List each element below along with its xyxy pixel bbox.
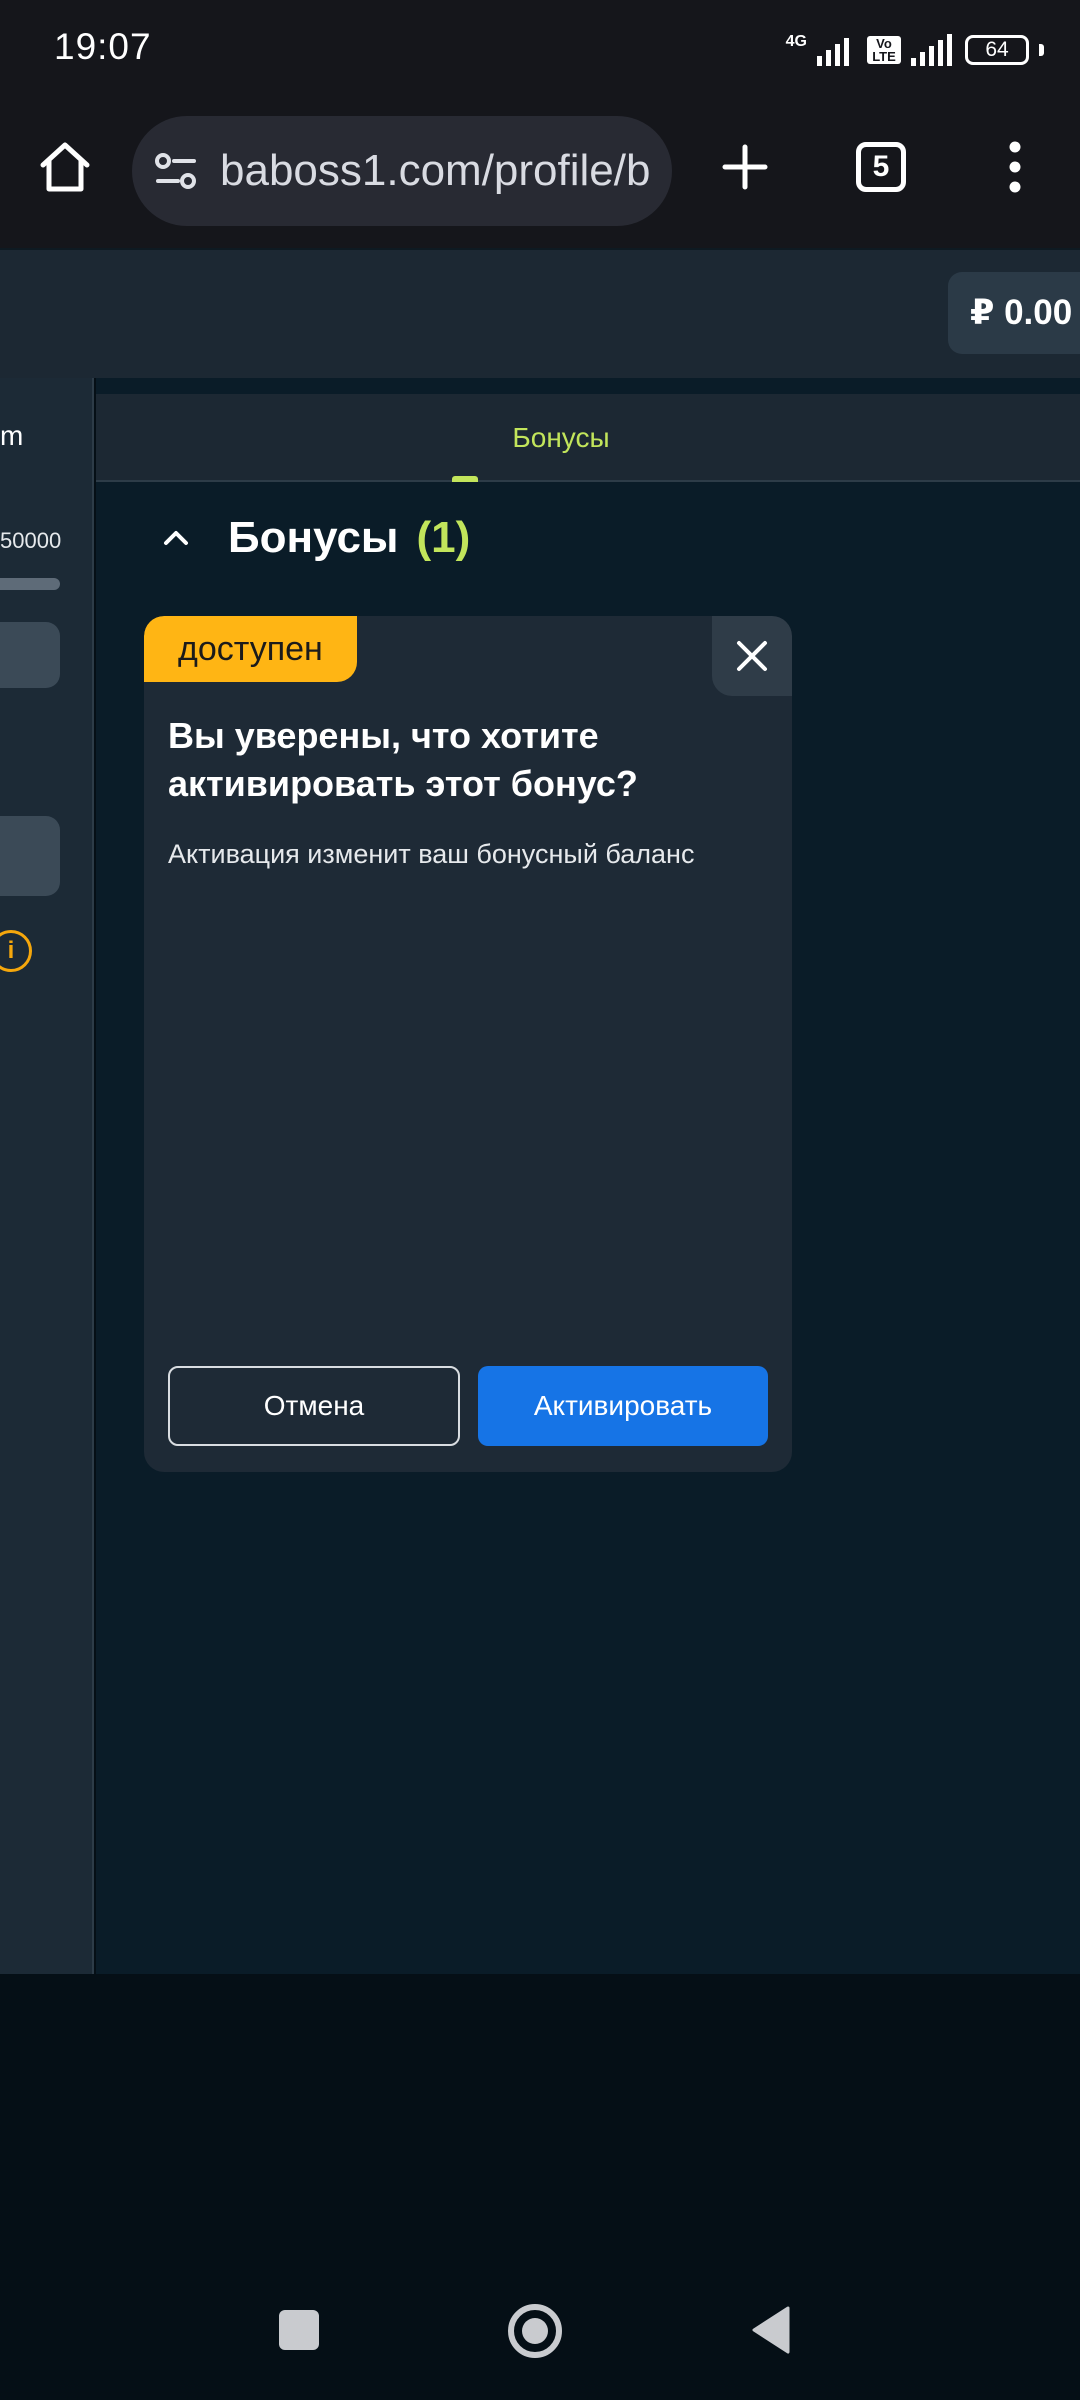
status-icons: 4G Vo LTE 64 (786, 30, 1044, 70)
battery-level: 64 (985, 38, 1009, 61)
sidebar-button-2[interactable] (0, 816, 60, 896)
section-count: (1) (416, 513, 471, 562)
home-nav-button[interactable] (508, 2304, 562, 2358)
site-header: ₽ 0.00 (0, 248, 1080, 378)
status-bar: 19:07 4G Vo LTE 64 (0, 0, 1080, 100)
back-button[interactable] (750, 2306, 790, 2359)
dialog-title: Вы уверены, что хотите активировать этот… (168, 715, 638, 804)
home-button[interactable] (30, 132, 100, 202)
status-time: 19:07 (54, 26, 152, 67)
plus-icon (722, 144, 768, 190)
status-badge: доступен (144, 616, 357, 682)
address-bar[interactable]: baboss1.com/profile/b (132, 116, 672, 226)
chevron-up-icon[interactable] (156, 518, 196, 558)
new-tab-button[interactable] (710, 132, 780, 202)
confirm-activation-dialog: доступен Вы уверены, что хотите активиро… (144, 616, 792, 1472)
more-vert-icon (1009, 141, 1021, 193)
home-nav-dot (522, 2318, 548, 2344)
signal-icon (817, 38, 849, 66)
tab-bonuses[interactable]: Бонусы (416, 394, 706, 482)
site-settings-icon[interactable] (154, 149, 198, 193)
sidebar-text-fragment: m (0, 420, 24, 451)
tab-strip: Бонусы (96, 394, 1080, 482)
info-icon[interactable]: i (0, 930, 32, 972)
tab-count: 5 (856, 142, 906, 192)
volte-badge: Vo LTE (867, 36, 901, 64)
tab-switcher-button[interactable]: 5 (846, 132, 916, 202)
battery-cap (1039, 44, 1044, 56)
browser-menu-button[interactable] (980, 132, 1050, 202)
back-icon (752, 2306, 790, 2354)
sidebar-button[interactable] (0, 622, 60, 688)
network-type-label: 4G (785, 33, 807, 50)
cancel-button[interactable]: Отмена (168, 1366, 460, 1446)
browser-toolbar: baboss1.com/profile/b 5 (0, 100, 1080, 248)
recents-button[interactable] (279, 2310, 319, 2350)
url-text[interactable]: baboss1.com/profile/b (220, 146, 650, 196)
section-title: Бонусы (228, 513, 399, 562)
close-icon (737, 641, 767, 671)
bonuses-section-header[interactable]: Бонусы (1) (156, 513, 470, 563)
tab-active-indicator (452, 476, 478, 482)
battery-icon: 64 (965, 35, 1029, 65)
activate-button[interactable]: Активировать (478, 1366, 768, 1446)
home-icon (40, 142, 90, 192)
balance-display[interactable]: ₽ 0.00 (948, 272, 1080, 354)
sidebar-amount-fragment: 50000 (0, 528, 62, 553)
signal-icon-2 (911, 34, 952, 66)
sidebar-progress-bar (0, 578, 60, 590)
close-button[interactable] (712, 616, 792, 696)
dialog-description: Активация изменит ваш бонусный баланс (168, 839, 695, 869)
profile-sidebar: m 50000 i (0, 378, 94, 1974)
